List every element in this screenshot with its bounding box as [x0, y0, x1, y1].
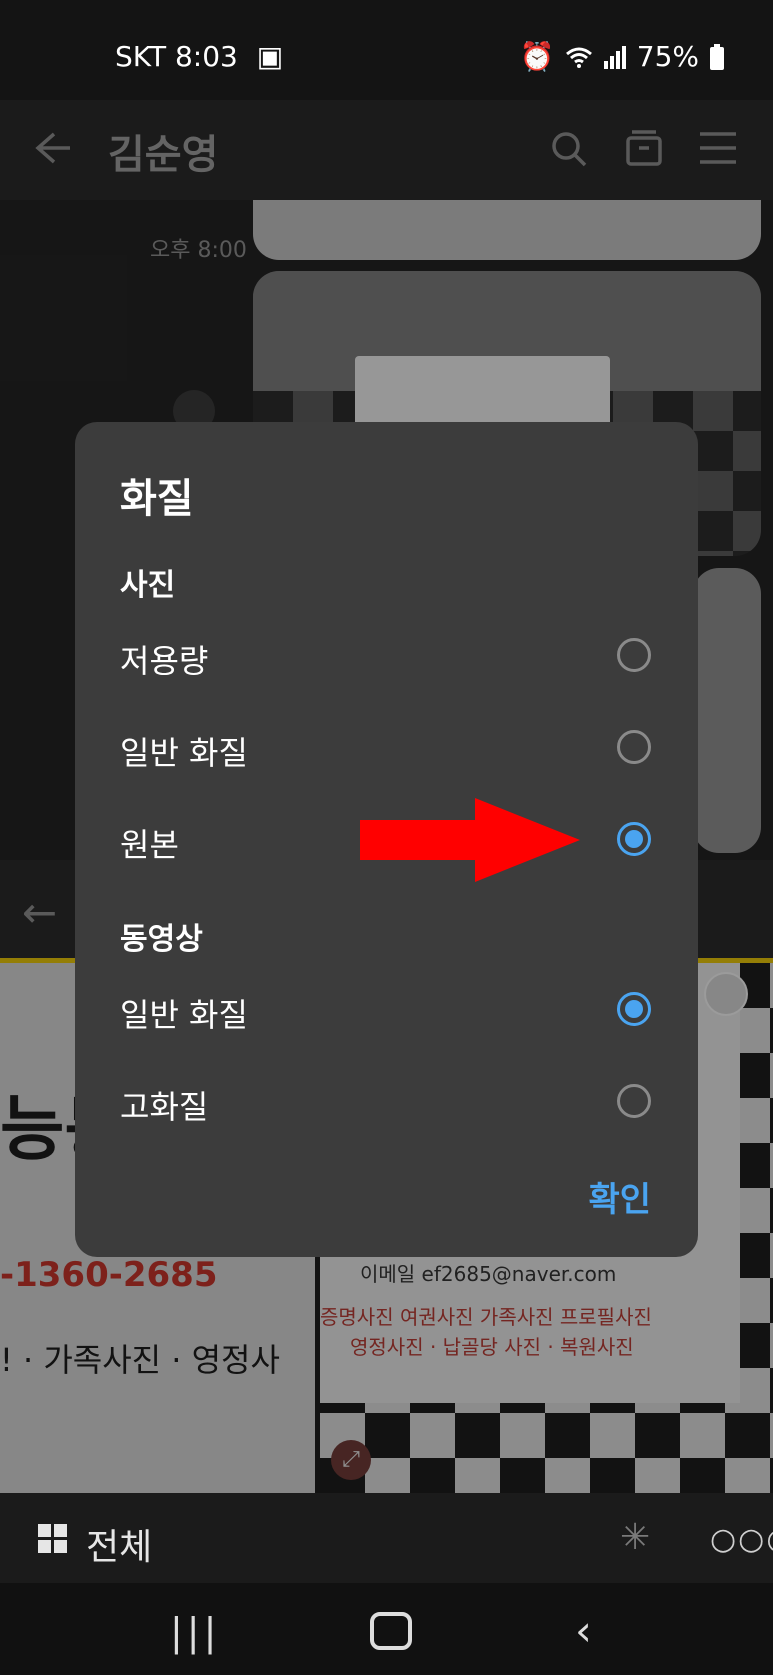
nav-back-icon[interactable]: ‹	[575, 1606, 592, 1655]
wifi-icon	[565, 47, 592, 68]
alarm-icon: ⏰	[519, 40, 555, 73]
option-photo-low[interactable]: 저용량	[120, 636, 208, 682]
loading-icon: ✳	[620, 1517, 651, 1558]
battery-icon	[710, 43, 724, 70]
grid-icon[interactable]	[38, 1524, 68, 1554]
red-arrow-annotation	[360, 798, 580, 882]
section-photo: 사진	[120, 568, 176, 603]
radio-photo-original[interactable]	[617, 822, 651, 856]
battery-text: 75%	[636, 40, 699, 73]
radio-photo-normal[interactable]	[617, 730, 651, 764]
home-icon[interactable]	[370, 1612, 412, 1650]
option-video-normal[interactable]: 일반 화질	[120, 990, 248, 1036]
more-icon[interactable]: ○○○	[710, 1522, 773, 1557]
all-label[interactable]: 전체	[86, 1518, 152, 1570]
section-video: 동영상	[120, 922, 203, 957]
status-right: ⏰ 75%	[520, 40, 725, 73]
status-left: SKT 8:03 ▣	[115, 40, 283, 73]
carrier-time: SKT 8:03	[115, 40, 238, 73]
signal-icon	[603, 45, 626, 69]
option-photo-original[interactable]: 원본	[120, 820, 179, 866]
radio-video-high[interactable]	[617, 1084, 651, 1118]
option-video-high[interactable]: 고화질	[120, 1082, 208, 1128]
gallery-icon: ▣	[256, 40, 284, 73]
confirm-button[interactable]: 확인	[588, 1172, 651, 1221]
option-photo-normal[interactable]: 일반 화질	[120, 728, 248, 774]
radio-photo-low[interactable]	[617, 638, 651, 672]
dialog-title: 화질	[120, 476, 194, 522]
radio-video-normal[interactable]	[617, 992, 651, 1026]
recent-apps-icon[interactable]: |||	[170, 1610, 220, 1654]
